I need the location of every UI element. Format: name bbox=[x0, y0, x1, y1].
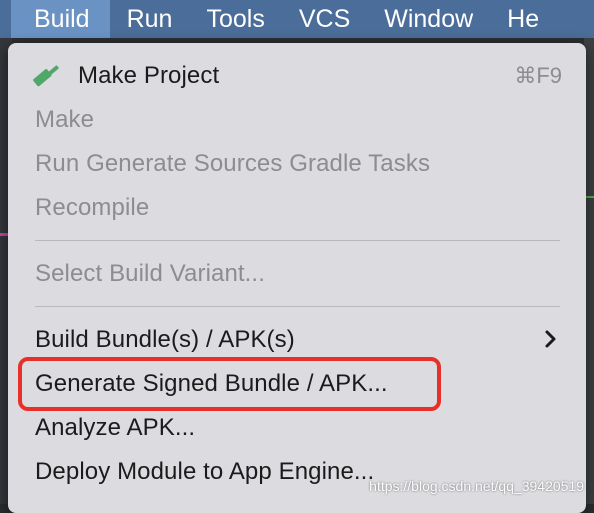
chevron-right-icon bbox=[545, 330, 556, 348]
hammer-icon bbox=[33, 65, 59, 87]
menu-item-label: Deploy Module to App Engine... bbox=[35, 458, 375, 485]
menu-item-label: Recompile bbox=[35, 194, 150, 221]
menu-item-select-build-variant: Select Build Variant... bbox=[8, 252, 586, 296]
menu-item-run-gradle-tasks: Run Generate Sources Gradle Tasks bbox=[8, 142, 586, 186]
editor-marker bbox=[0, 233, 8, 236]
menu-separator bbox=[35, 306, 560, 307]
menu-item-label: Make bbox=[35, 106, 95, 133]
highlight-box bbox=[18, 357, 441, 411]
menu-help[interactable]: He bbox=[490, 0, 556, 38]
menu-item-analyze-apk[interactable]: Analyze APK... bbox=[8, 406, 586, 450]
menu-item-label: Make Project bbox=[78, 62, 220, 89]
menu-vcs[interactable]: VCS bbox=[282, 0, 367, 38]
menu-item-recompile: Recompile bbox=[8, 186, 586, 230]
menu-item-label: Build Bundle(s) / APK(s) bbox=[35, 326, 295, 353]
menu-item-build-bundle-apk[interactable]: Build Bundle(s) / APK(s) bbox=[8, 318, 586, 362]
build-dropdown-menu: Make Project ⌘F9 Make Run Generate Sourc… bbox=[8, 43, 586, 513]
shortcut-label: ⌘F9 bbox=[514, 63, 562, 88]
watermark: https://blog.csdn.net/qq_39420519 bbox=[369, 478, 584, 494]
menu-tools[interactable]: Tools bbox=[189, 0, 281, 38]
menu-separator bbox=[35, 240, 560, 241]
menu-item-label: Analyze APK... bbox=[35, 414, 196, 441]
menu-bar: Build Run Tools VCS Window He bbox=[0, 0, 594, 38]
menu-item-label: Run Generate Sources Gradle Tasks bbox=[35, 150, 431, 177]
menu-build[interactable]: Build bbox=[11, 0, 110, 38]
menu-item-make: Make bbox=[8, 98, 586, 142]
menu-window[interactable]: Window bbox=[367, 0, 490, 38]
menu-item-make-project[interactable]: Make Project ⌘F9 bbox=[8, 54, 586, 98]
menu-item-label: Select Build Variant... bbox=[35, 260, 265, 287]
menu-run[interactable]: Run bbox=[110, 0, 190, 38]
editor-marker bbox=[586, 196, 594, 198]
